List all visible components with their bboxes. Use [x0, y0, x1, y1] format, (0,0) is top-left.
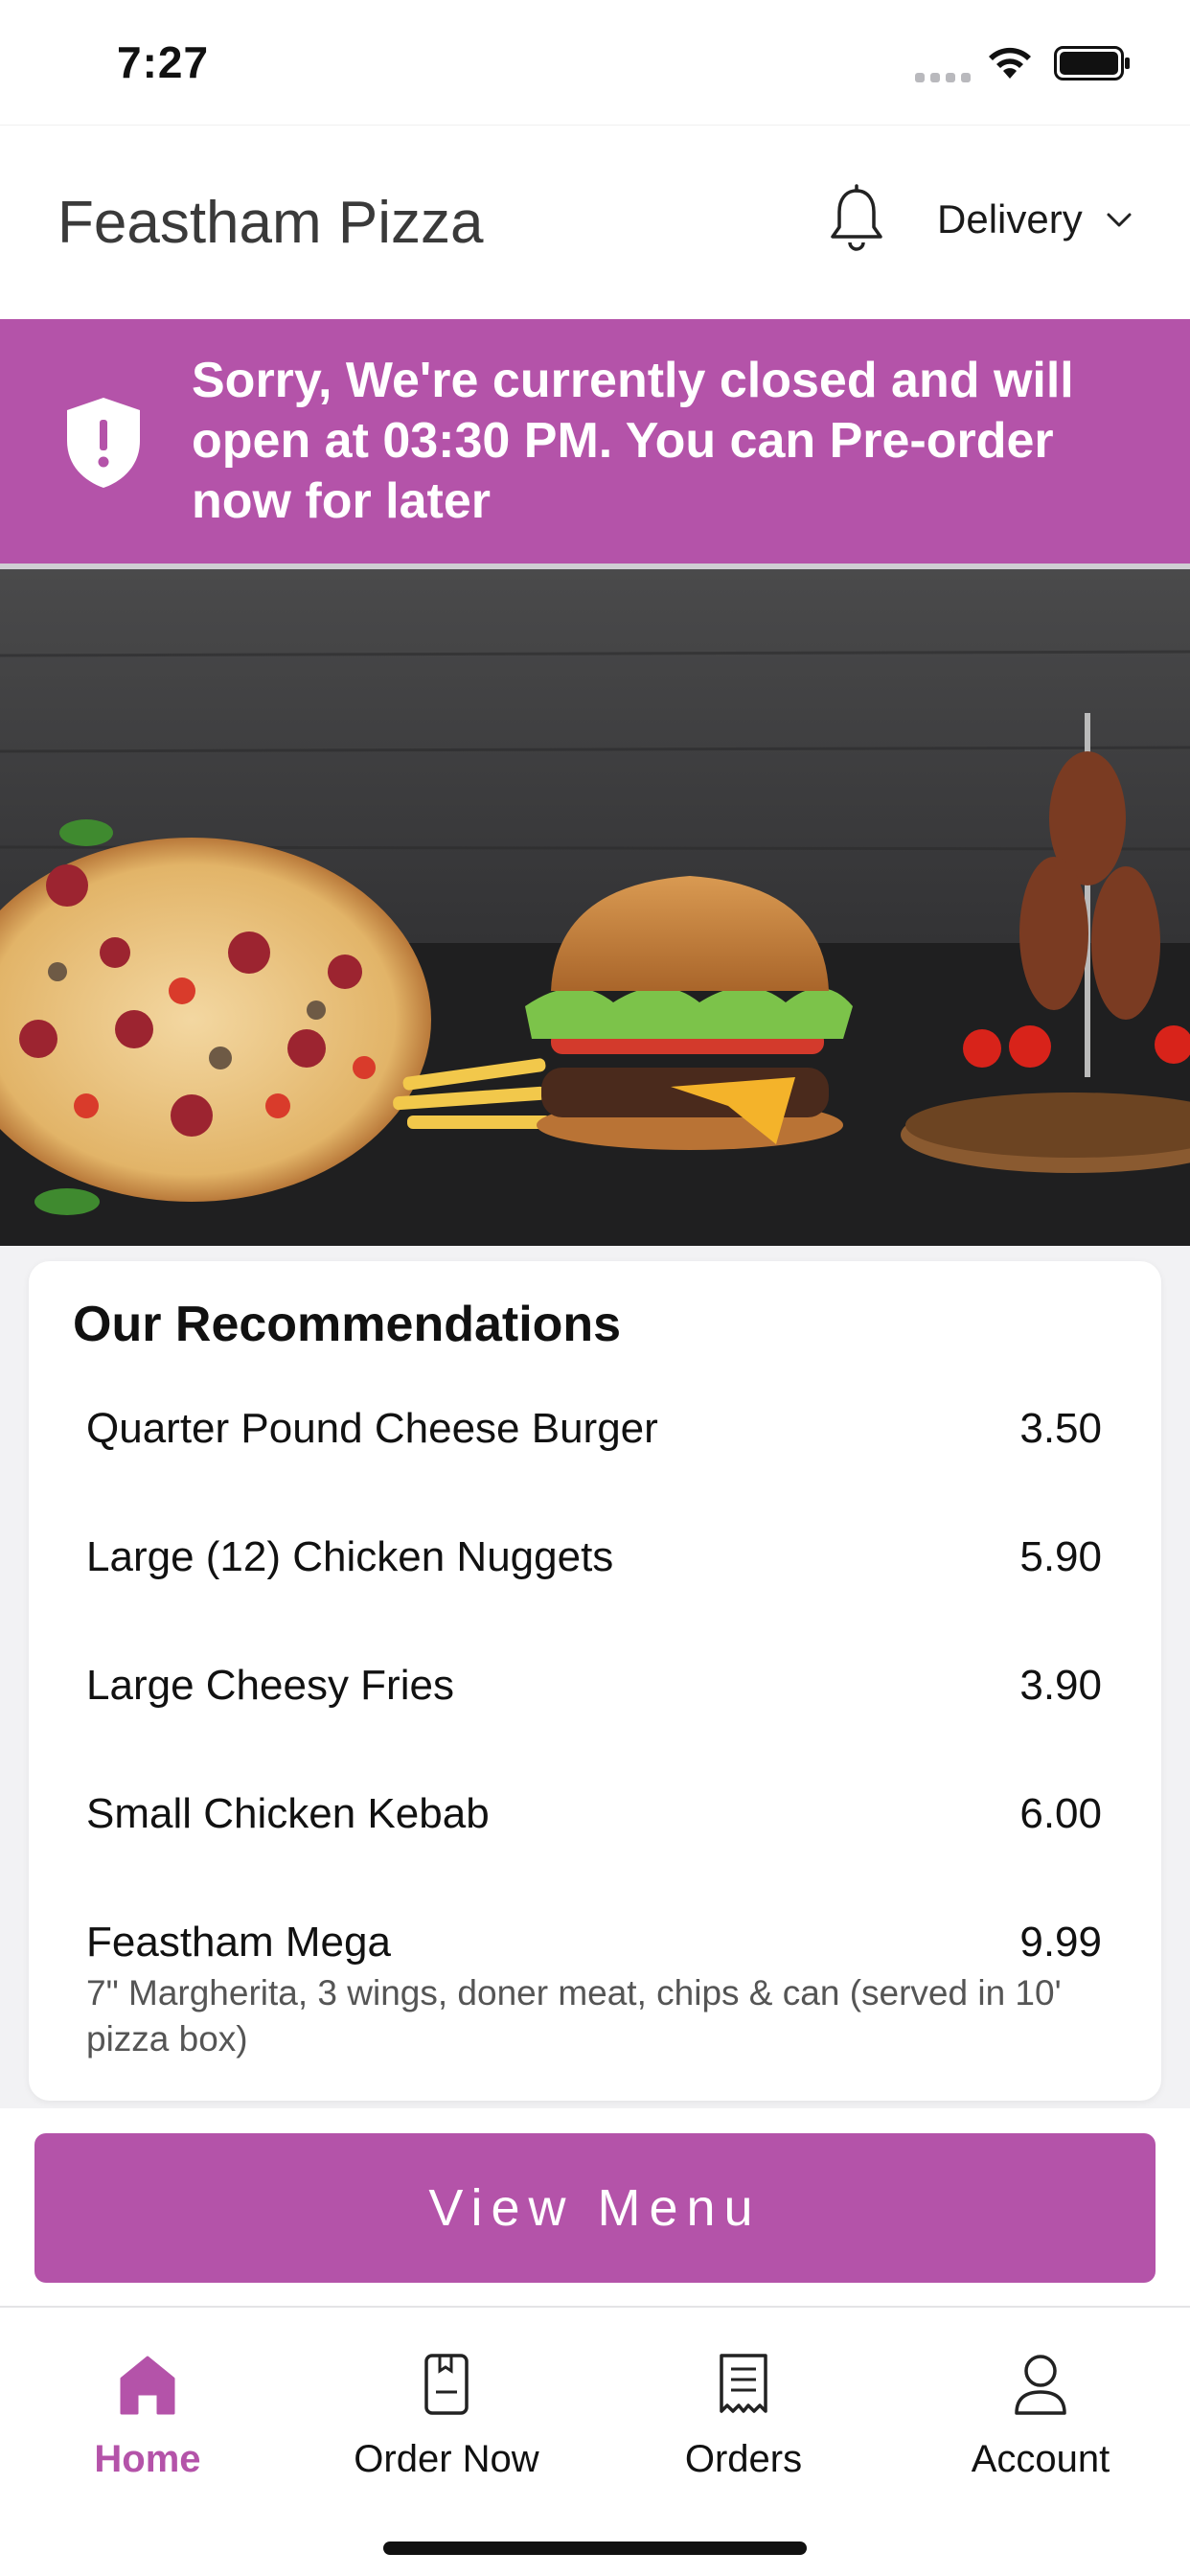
closed-message: Sorry, We're currently closed and will o…: [192, 353, 1074, 529]
item-name: Small Chicken Kebab: [86, 1790, 490, 1837]
item-price: 3.90: [1019, 1662, 1102, 1709]
status-time: 7:27: [117, 37, 210, 87]
cellular-signal-icon: [915, 71, 971, 84]
item-price: 9.99: [1019, 1919, 1102, 1966]
nav-order-now[interactable]: Order Now: [332, 2350, 561, 2481]
chevron-down-icon: [1107, 213, 1132, 227]
nav-label-orders: Orders: [684, 2438, 803, 2480]
item-name: Large (12) Chicken Nuggets: [86, 1533, 614, 1580]
restaurant-title: Feastham Pizza: [57, 190, 484, 256]
receipt-icon: [720, 2354, 767, 2413]
item-price: 6.00: [1019, 1790, 1102, 1837]
nav-account[interactable]: Account: [926, 2350, 1156, 2481]
delivery-label: Delivery: [937, 196, 1083, 242]
item-name: Large Cheesy Fries: [86, 1662, 454, 1709]
nav-label-home: Home: [94, 2438, 201, 2480]
item-description: 7" Margherita, 3 wings, doner meat, chip…: [86, 1973, 1062, 2058]
recommendation-item[interactable]: Large Cheesy Fries 3.90: [86, 1662, 1102, 1710]
recommendation-item[interactable]: Large (12) Chicken Nuggets 5.90: [86, 1533, 1102, 1581]
bottom-navigation: Home Order Now Orders Account: [0, 2306, 1190, 2576]
menu-book-icon: [424, 2354, 469, 2415]
wifi-icon: [989, 47, 1031, 79]
home-indicator: [383, 2542, 807, 2555]
recommendation-item[interactable]: Small Chicken Kebab 6.00: [86, 1790, 1102, 1838]
bell-icon[interactable]: [824, 183, 889, 256]
delivery-dropdown[interactable]: Delivery: [937, 196, 1134, 242]
nav-label-order-now: Order Now: [354, 2438, 539, 2480]
view-menu-button[interactable]: View Menu: [34, 2133, 1156, 2283]
recommendations-title: Our Recommendations: [73, 1297, 622, 1352]
item-price: 5.90: [1019, 1533, 1102, 1580]
view-menu-area: View Menu: [0, 2108, 1190, 2306]
user-icon: [1015, 2355, 1066, 2415]
app-header: Feastham Pizza Delivery: [0, 125, 1190, 319]
shield-alert-icon: [67, 398, 140, 488]
status-bar: 7:27: [0, 0, 1190, 125]
home-icon: [120, 2356, 175, 2415]
battery-icon: [1054, 46, 1130, 80]
recommendation-item[interactable]: Feastham Mega 9.99 7" Margherita, 3 wing…: [86, 1919, 1102, 2062]
item-name: Feastham Mega: [86, 1919, 391, 1966]
hero-food-image: [0, 569, 1190, 1246]
nav-orders[interactable]: Orders: [629, 2350, 858, 2481]
item-name: Quarter Pound Cheese Burger: [86, 1405, 658, 1452]
recommendations-card: Our Recommendations Quarter Pound Cheese…: [29, 1261, 1161, 2101]
recommendation-item[interactable]: Quarter Pound Cheese Burger 3.50: [86, 1405, 1102, 1453]
nav-label-account: Account: [971, 2438, 1110, 2480]
nav-home[interactable]: Home: [33, 2350, 263, 2481]
item-price: 3.50: [1019, 1405, 1102, 1452]
hero-illustration: [0, 569, 1190, 1246]
